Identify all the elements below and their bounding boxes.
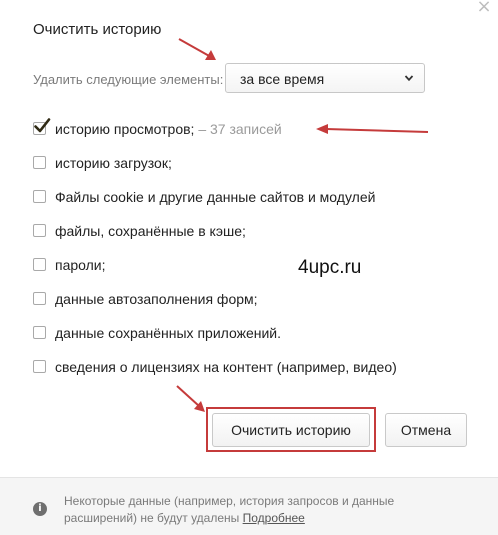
info-icon: i (33, 502, 47, 516)
checkbox-cookies[interactable] (33, 190, 46, 203)
period-select[interactable]: за все время (225, 63, 425, 93)
period-label: Удалить следующие элементы: (33, 72, 224, 87)
checkbox-browsing-history[interactable] (33, 118, 51, 135)
option-label: Файлы cookie и другие данные сайтов и мо… (55, 189, 376, 205)
period-select-value: за все время (240, 71, 325, 87)
info-footer: i Некоторые данные (например, история за… (0, 477, 498, 535)
clear-history-dialog: × Очистить историю Удалить следующие эле… (0, 0, 498, 535)
option-label: данные автозаполнения форм; (55, 291, 258, 307)
option-label: сведения о лицензиях на контент (наприме… (55, 359, 397, 375)
checkbox-app-data[interactable] (33, 326, 46, 339)
chevron-down-icon (404, 75, 414, 82)
option-label: историю загрузок; (55, 155, 172, 171)
cancel-button[interactable]: Отмена (385, 413, 467, 447)
checkbox-content-licenses[interactable] (33, 360, 46, 373)
option-label: данные сохранённых приложений. (55, 325, 282, 341)
annotation-arrow-to-select (178, 38, 216, 60)
close-icon[interactable]: × (474, 0, 494, 16)
annotation-arrow-to-records (316, 124, 429, 134)
option-label: файлы, сохранённые в кэше; (55, 223, 246, 239)
checkbox-passwords[interactable] (33, 258, 46, 271)
annotation-arrow-to-button (176, 385, 205, 412)
more-info-link[interactable]: Подробнее (243, 511, 305, 525)
checkbox-autofill[interactable] (33, 292, 46, 305)
checkbox-download-history[interactable] (33, 156, 46, 169)
dialog-title: Очистить историю (33, 21, 162, 38)
option-label: пароли; (55, 257, 106, 273)
option-label: историю просмотров; (55, 121, 195, 137)
footer-text: Некоторые данные (например, история запр… (64, 494, 395, 525)
site-watermark: 4upc.ru (298, 257, 362, 278)
footer-note: Некоторые данные (например, история запр… (64, 493, 444, 527)
record-count: – 37 записей (198, 121, 282, 137)
checkmark-icon (34, 118, 51, 133)
clear-history-button[interactable]: Очистить историю (212, 413, 370, 447)
checkbox-cache[interactable] (33, 224, 46, 237)
